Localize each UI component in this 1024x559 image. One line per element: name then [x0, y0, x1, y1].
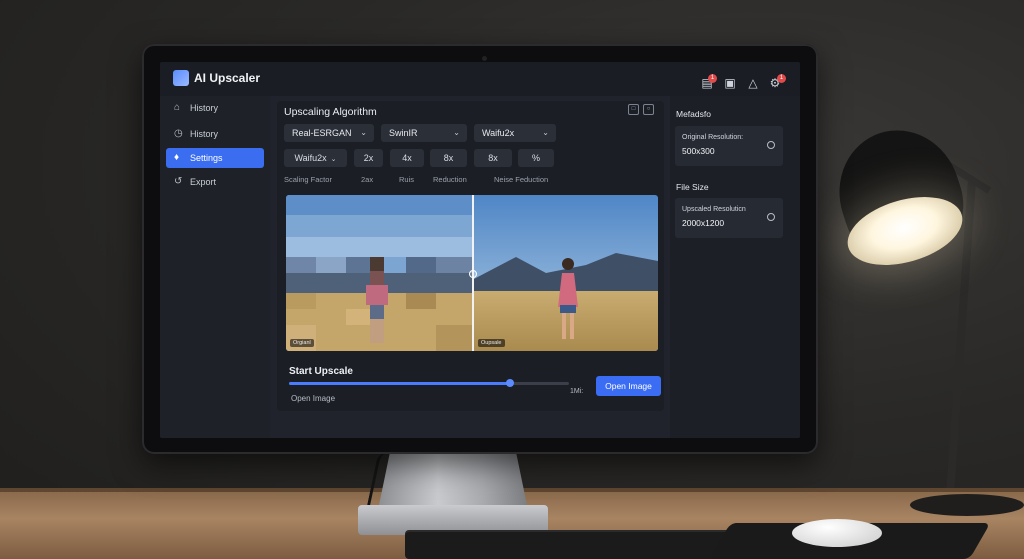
metadata-title: Mefadsfo [676, 109, 711, 119]
sidebar-item-label: History [190, 103, 219, 113]
chevron-down-icon: ⌄ [542, 128, 549, 137]
export-icon: ↺ [174, 176, 183, 187]
original-image-tag: Orgianl [290, 339, 314, 347]
reduction-label: Reduction [433, 175, 467, 184]
upscaled-resolution-value: 2000x1200 [682, 218, 725, 228]
sidebar-item-export[interactable]: ↺ Export [166, 172, 264, 192]
sidebar-item-history[interactable]: ◷ History [166, 124, 264, 144]
scale-4x-button[interactable]: 4x [390, 149, 424, 167]
sidebar-item-home[interactable]: ⌂ History [166, 98, 264, 118]
app-title: AI Upscaler [194, 71, 261, 85]
notification-badge: 1 [708, 74, 717, 83]
scale-8x-alt-button[interactable]: 8x [474, 149, 512, 167]
scale-2x-button[interactable]: 2x [354, 149, 383, 167]
sidebar-item-label: Settings [190, 153, 223, 163]
monitor-stand [378, 452, 528, 510]
file-size-title: File Size [676, 182, 709, 192]
upscaled-image-tag: Oupsale [478, 339, 505, 347]
app-logo-icon [173, 70, 189, 86]
app-window: AI Upscaler ▤ 1 ▣ △ ⚙ 1 ⌂ History ◷ Hist… [160, 62, 800, 438]
scaling-factor-label: Scaling Factor [284, 175, 332, 184]
chevron-down-icon: ⌄ [453, 128, 460, 137]
progress-fill [289, 382, 511, 385]
bell-icon[interactable]: △ [746, 76, 760, 90]
open-image-link[interactable]: Open Image [291, 394, 335, 403]
sidebar-item-label: Export [190, 177, 217, 187]
window-icon[interactable]: □ [628, 104, 639, 115]
before-after-comparison[interactable]: Orgianl Oupsale [286, 195, 658, 351]
lamp-base [910, 494, 1024, 516]
top-bar: AI Upscaler ▤ 1 ▣ △ ⚙ 1 [160, 62, 800, 96]
sidebar-item-label: History [190, 129, 219, 139]
original-resolution-label: Original Resolution: [682, 134, 744, 141]
sidebar-item-settings[interactable]: ♦ Settings [166, 148, 264, 168]
keyboard [405, 532, 735, 559]
metadata-panel: Mefadsfo Original Resolution: 500x300 Fi… [670, 96, 800, 438]
monitor-stand-base [358, 505, 548, 535]
column-label: 2ax [361, 175, 374, 184]
history-icon: ◷ [174, 128, 183, 139]
file-size-value: 1Mi: [570, 388, 584, 395]
noise-percent-button[interactable]: % [518, 149, 554, 167]
home-icon: ⌂ [174, 102, 181, 113]
upscaled-resolution-label: Upscaled Resoluticn [682, 206, 746, 213]
original-resolution-value: 500x300 [682, 146, 715, 156]
radio-button[interactable] [767, 141, 775, 149]
noise-reduction-label: Neise Feduction [494, 175, 549, 184]
compare-handle[interactable] [469, 270, 477, 278]
scale-8x-button[interactable]: 8x [430, 149, 467, 167]
start-upscale-title: Start Upscale [289, 366, 353, 377]
chevron-down-icon: ⌄ [330, 156, 337, 163]
open-image-button[interactable]: Open Image [596, 376, 661, 396]
webcam [482, 56, 487, 61]
algorithm-section-title: Upscaling Algorithm [284, 106, 377, 118]
progress-slider[interactable] [289, 379, 569, 387]
algorithm-select-esrgan[interactable]: Real-ESRGAN ⌄ [284, 124, 374, 142]
calendar-icon[interactable]: ▣ [723, 76, 737, 90]
upscaled-resolution-card[interactable]: Upscaled Resoluticn 2000x1200 [675, 198, 783, 238]
original-resolution-card[interactable]: Original Resolution: 500x300 [675, 126, 783, 166]
pin-icon[interactable]: ○ [643, 104, 654, 115]
chevron-down-icon: ⌄ [360, 128, 367, 137]
algorithm-select-waifu2x[interactable]: Waifu2x ⌄ [474, 124, 556, 142]
notification-badge: 1 [777, 74, 786, 83]
algorithm-select-swinir[interactable]: SwinIR ⌄ [381, 124, 467, 142]
model-dropdown[interactable]: Waifu2x ⌄ [284, 149, 347, 167]
sidebar: ⌂ History ◷ History ♦ Settings ↺ Export [160, 96, 270, 438]
mouse [792, 519, 882, 547]
settings-icon: ♦ [174, 152, 180, 163]
radio-button[interactable] [767, 213, 775, 221]
column-label: Ruis [399, 175, 415, 184]
pixel-blocks [286, 195, 472, 351]
